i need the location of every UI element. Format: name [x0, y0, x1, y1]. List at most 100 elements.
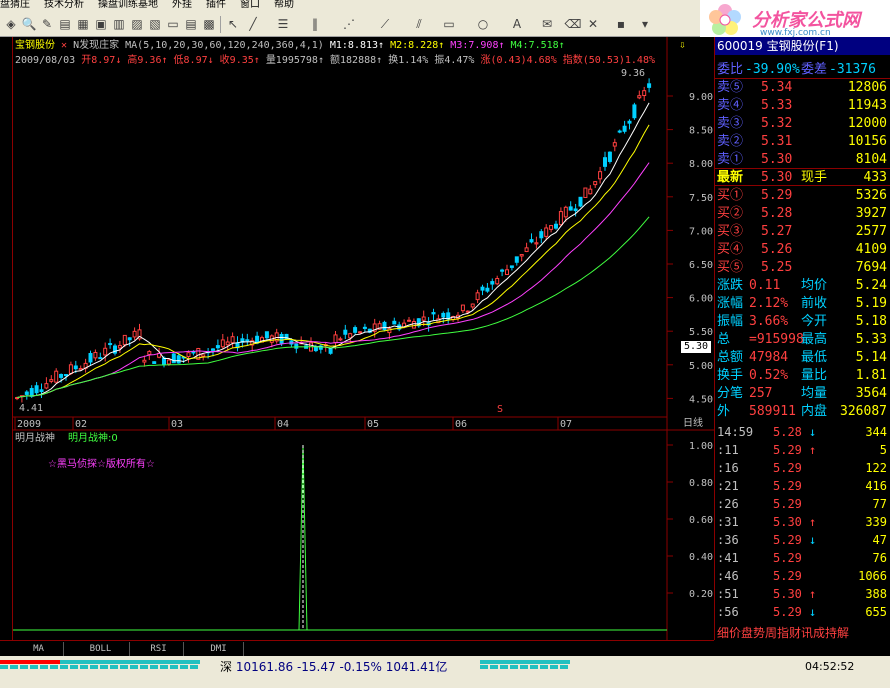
candle-body — [549, 225, 554, 230]
tick-row: 14:59 5.28 ↓ 344 — [717, 425, 887, 439]
candle-body — [637, 95, 642, 99]
tick-row: :51 5.30 ↑ 388 — [717, 587, 887, 601]
indicator-tabs: MA BOLL RSI DMI — [0, 640, 714, 656]
panel-tabs[interactable]: 细价盘势周指财讯成持解 — [715, 624, 890, 642]
candle-body — [441, 312, 446, 318]
candle-body — [49, 379, 54, 382]
menu-item[interactable]: 盘猜庄 — [0, 0, 30, 10]
price-tick-label: 9.00 — [689, 92, 713, 103]
stat-row: 分笔 257 均量 3564 — [717, 386, 887, 401]
tick-row: :46 5.29 1066 — [717, 569, 887, 583]
vline-tool-icon[interactable]: ‖ — [306, 16, 324, 32]
note-tool-icon[interactable]: ✉ — [538, 16, 556, 32]
tab-dmi[interactable]: DMI — [194, 642, 244, 656]
period-label[interactable]: 日线 — [683, 418, 703, 430]
last-price-tag: 5.30 — [681, 341, 712, 353]
chart-scroll-icon[interactable]: ⇩ — [679, 39, 686, 51]
tab-rsi[interactable]: RSI — [134, 642, 184, 656]
box-icon[interactable]: ▭ — [164, 16, 182, 32]
menu-item[interactable]: 窗口 — [240, 0, 260, 10]
pin-icon[interactable]: ✎ — [38, 16, 56, 32]
candle-body — [495, 278, 500, 285]
rect-tool-icon[interactable]: ▭ — [440, 16, 458, 32]
tab-ma[interactable]: MA — [14, 642, 64, 656]
candle-body — [68, 364, 73, 374]
candle-body — [617, 130, 622, 133]
candle-body — [54, 370, 59, 383]
flower-logo-icon — [709, 4, 741, 35]
candle-body — [122, 334, 127, 346]
price-tick-label: 7.00 — [689, 226, 713, 237]
chart-area[interactable]: 宝钢股份 ✕ N发现庄家 MA(5,10,20,30,60,120,240,36… — [12, 37, 715, 640]
hline-tool-icon[interactable]: ☰ — [274, 16, 292, 32]
stat-row: 涨幅 2.12% 前收 5.19 — [717, 296, 887, 311]
candle-body — [333, 334, 338, 344]
candle-body — [132, 330, 137, 338]
flag-icon[interactable]: ▧ — [146, 16, 164, 32]
menu-item[interactable]: 插件 — [206, 0, 226, 10]
clock: 04:52:52 — [805, 660, 855, 673]
parallel-tool-icon[interactable]: ⫽ — [410, 16, 428, 32]
ma-line — [16, 216, 650, 399]
candle-body — [382, 321, 387, 331]
price-tick-label: 7.50 — [689, 193, 713, 204]
pointer-icon[interactable]: ◈ — [2, 16, 20, 32]
stat-row: 涨跌 0.11 均价 5.24 — [717, 278, 887, 293]
candle-body — [44, 383, 49, 389]
indicator-tick-label: 0.80 — [689, 478, 713, 489]
photo-icon[interactable]: ▩ — [200, 16, 218, 32]
delete-icon[interactable]: ✕ — [584, 16, 602, 32]
tab-boll[interactable]: BOLL — [72, 642, 130, 656]
candle-body — [166, 359, 171, 365]
candle-body — [176, 355, 181, 364]
max-price-label: 9.36 — [621, 68, 646, 79]
table-icon[interactable]: ▤ — [182, 16, 200, 32]
candle-body — [88, 353, 93, 363]
candle-body — [108, 343, 113, 346]
candle-body — [514, 256, 519, 263]
indicator-tick-label: 0.40 — [689, 552, 713, 563]
candle-body — [568, 206, 573, 211]
candle-body — [539, 231, 544, 239]
grid-icon[interactable]: ▦ — [74, 16, 92, 32]
save-icon[interactable]: ▪ — [612, 16, 630, 32]
zoom-icon[interactable]: 🔍 — [20, 16, 38, 32]
candle-body — [313, 346, 318, 352]
candle-body — [544, 227, 549, 237]
market-bar-right — [480, 660, 570, 669]
chart-icon[interactable]: ▥ — [110, 16, 128, 32]
menu-item[interactable]: 操盘训练基地 — [98, 0, 158, 10]
candle-body — [509, 265, 514, 268]
candle-body — [647, 83, 652, 88]
text-tool-icon[interactable]: A — [508, 16, 526, 32]
candle-body — [39, 389, 44, 393]
status-bar: 深 10161.86 -15.47 -0.15% 1041.41亿 04:52:… — [0, 656, 890, 688]
menu-item[interactable]: 外挂 — [172, 0, 192, 10]
picture-icon[interactable]: ▨ — [128, 16, 146, 32]
circle-tool-icon[interactable]: ○ — [474, 16, 492, 32]
candle-body — [245, 339, 250, 342]
candle-body — [607, 151, 612, 162]
candle-body — [59, 374, 64, 378]
menu-item[interactable]: 技术分析 — [44, 0, 84, 10]
candle-body — [343, 329, 348, 335]
candle-body — [622, 125, 627, 132]
candle-body — [73, 365, 78, 370]
bid-row: 买④ 5.26 4109 — [717, 242, 887, 257]
screen-icon[interactable]: ▣ — [92, 16, 110, 32]
dropdown-icon[interactable]: ▾ — [636, 16, 654, 32]
eraser-icon[interactable]: ⌫ — [564, 16, 582, 32]
left-strip — [0, 37, 12, 640]
candle-body — [64, 374, 68, 377]
candle-body — [34, 385, 39, 394]
fan-tool-icon[interactable]: ⋰ — [340, 16, 358, 32]
candle-body — [215, 345, 220, 349]
line-tool-icon[interactable]: ╱ — [244, 16, 262, 32]
cursor-icon[interactable]: ↖ — [224, 16, 242, 32]
candle-body — [186, 352, 191, 358]
menu-item[interactable]: 帮助 — [274, 0, 294, 10]
book-icon[interactable]: ▤ — [56, 16, 74, 32]
tick-row: :41 5.29 76 — [717, 551, 887, 565]
candle-body — [480, 286, 485, 291]
cycle-tool-icon[interactable]: ⟋ — [376, 16, 394, 32]
